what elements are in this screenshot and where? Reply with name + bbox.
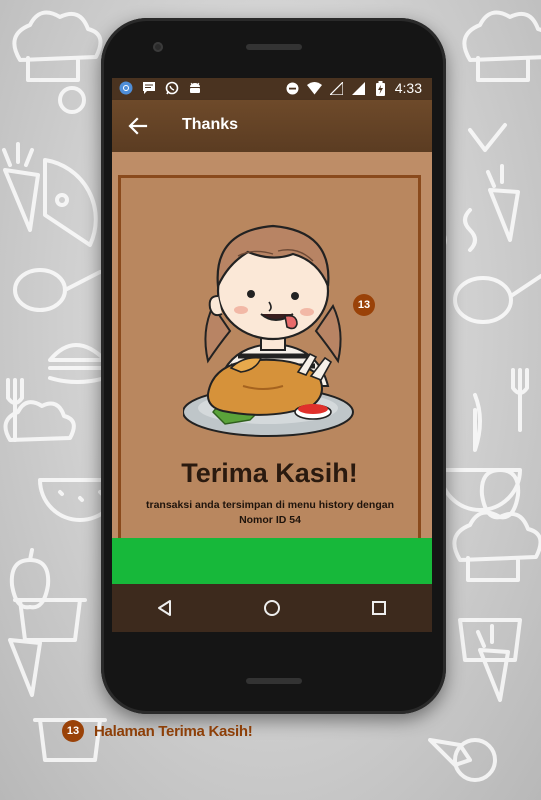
caption-text: Halaman Terima Kasih! bbox=[94, 722, 253, 740]
nav-recents-button[interactable] bbox=[365, 594, 393, 622]
android-icon bbox=[187, 80, 203, 96]
recents-square-icon bbox=[371, 601, 386, 615]
signal-icon bbox=[329, 80, 345, 96]
system-navigation-bar bbox=[112, 584, 432, 632]
status-bar: 4:33 bbox=[112, 78, 432, 100]
home-circle-icon bbox=[263, 600, 280, 616]
phone-frame: 4:33 Thanks 13 Terima Kasih! transaksi a… bbox=[101, 18, 446, 714]
thanks-content: 13 Terima Kasih! transaksi anda tersimpa… bbox=[112, 152, 432, 543]
page-title: Thanks bbox=[182, 116, 239, 133]
step-number-badge: 13 bbox=[353, 294, 375, 316]
signal-icon bbox=[351, 80, 367, 96]
chat-icon bbox=[141, 80, 157, 96]
nav-home-button[interactable] bbox=[258, 594, 286, 622]
phone-screen: 4:33 Thanks 13 Terima Kasih! transaksi a… bbox=[112, 78, 432, 632]
whatsapp-icon bbox=[164, 80, 180, 96]
thanks-card: 13 Terima Kasih! transaksi anda tersimpa… bbox=[118, 175, 421, 543]
girl-with-roast-chicken-illustration bbox=[183, 224, 354, 437]
bottom-speaker bbox=[246, 678, 302, 684]
thanks-title: Terima Kasih! bbox=[181, 458, 358, 488]
chrome-icon bbox=[118, 80, 134, 96]
do-not-disturb-icon bbox=[285, 80, 301, 96]
battery-charging-icon bbox=[373, 80, 389, 96]
earpiece-speaker bbox=[246, 44, 302, 50]
wifi-icon bbox=[307, 80, 323, 96]
front-camera bbox=[153, 42, 163, 52]
arrow-back-icon bbox=[128, 117, 148, 135]
figure-caption: 13 Halaman Terima Kasih! bbox=[62, 720, 253, 742]
thanks-message: transaksi anda tersimpan di menu history… bbox=[146, 499, 394, 526]
back-triangle-icon bbox=[158, 600, 172, 616]
caption-number-badge: 13 bbox=[62, 720, 84, 742]
nav-back-button[interactable] bbox=[151, 594, 179, 622]
app-bar: Thanks bbox=[112, 100, 432, 152]
status-time: 4:33 bbox=[394, 80, 422, 96]
back-button[interactable] bbox=[126, 114, 150, 138]
action-button[interactable] bbox=[112, 538, 432, 584]
